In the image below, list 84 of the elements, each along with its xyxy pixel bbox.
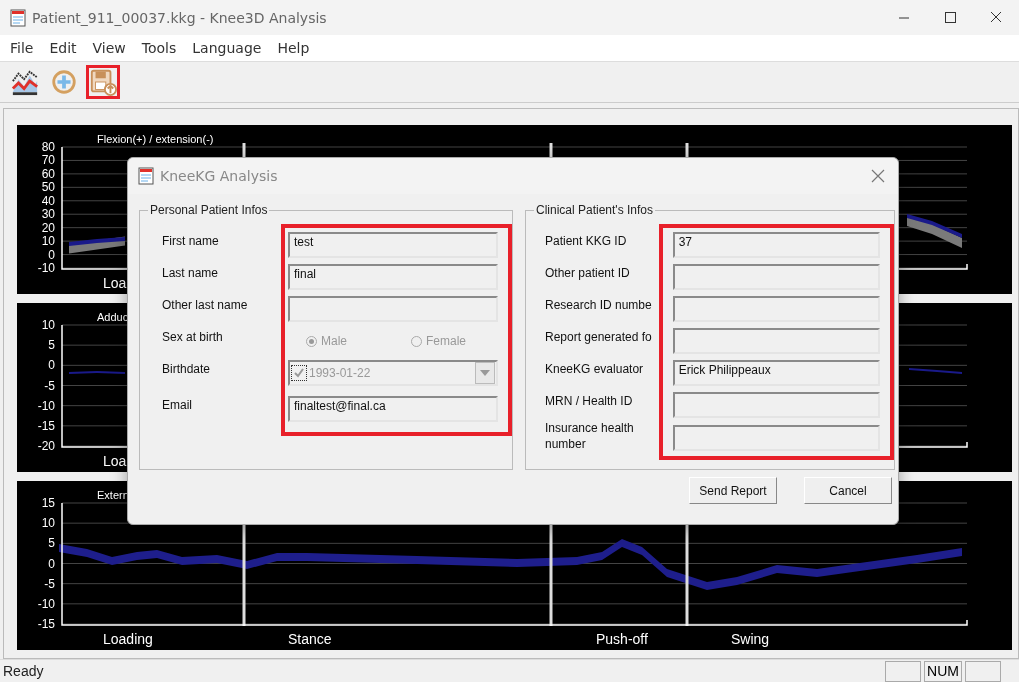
y-tick-label: 50 <box>41 180 55 195</box>
phase-label: Loa <box>103 453 127 469</box>
y-tick-label: -10 <box>37 398 55 413</box>
y-tick-label: -15 <box>37 617 55 631</box>
y-tick-label: 15 <box>41 496 55 510</box>
y-tick-label: -5 <box>44 576 55 591</box>
status-text: Ready <box>2 663 44 679</box>
text-field[interactable] <box>672 296 880 322</box>
dialog-button[interactable]: Send Report <box>689 477 777 504</box>
y-tick-label: 80 <box>41 140 55 154</box>
y-tick-label: 5 <box>48 536 55 551</box>
status-pane <box>885 660 922 682</box>
dialog-title: KneeKG Analysis <box>160 168 279 184</box>
text-field[interactable]: test <box>288 232 498 258</box>
gait-band-drawing <box>907 216 962 248</box>
text-field[interactable] <box>672 328 880 354</box>
field-label: Sex at birth <box>162 330 223 344</box>
date-value: 1993-01-22 <box>308 366 372 380</box>
status-pane <box>965 660 1001 682</box>
field-label: Birthdate <box>162 362 211 376</box>
menu-item[interactable]: Edit <box>41 40 85 56</box>
app-icon <box>10 8 26 27</box>
field-label: MRN / Health ID <box>545 394 633 408</box>
field-label: KneeKG evaluator <box>545 362 644 376</box>
phase-label: Loading <box>103 631 153 647</box>
chart-title: Adduc <box>97 311 129 323</box>
y-tick-label: 10 <box>41 234 55 249</box>
field-label: Email <box>162 398 192 412</box>
y-tick-label: 20 <box>41 220 55 235</box>
menu-item[interactable]: View <box>84 40 134 56</box>
field-label: Report generated fo <box>545 330 652 344</box>
field-label: Patient KKG ID <box>545 234 627 248</box>
caret-icon <box>480 370 490 376</box>
floppy-upload-icon <box>89 67 117 97</box>
phase-label: Loa <box>103 275 127 291</box>
y-tick-label: 5 <box>48 338 55 353</box>
refresh-plus-icon <box>50 67 78 97</box>
y-tick-label: 70 <box>41 153 55 168</box>
y-tick-label: 0 <box>48 247 55 262</box>
field-label: Other last name <box>162 298 248 312</box>
chart-icon <box>11 67 39 97</box>
close-icon[interactable] <box>870 168 886 184</box>
menu-item[interactable]: Language <box>184 40 270 56</box>
phase-label: Stance <box>288 631 332 647</box>
phase-label: Swing <box>731 631 770 647</box>
y-tick-label: 0 <box>48 358 55 373</box>
y-tick-label: 10 <box>41 516 55 531</box>
group-title: Clinical Patient's Infos <box>534 203 655 217</box>
y-tick-label: 10 <box>41 318 55 332</box>
y-tick-label: -10 <box>37 596 55 611</box>
gait-band-drawing <box>907 214 962 238</box>
gait-band-drawing <box>69 371 125 374</box>
y-tick-label: 60 <box>41 166 55 181</box>
text-field[interactable]: final <box>288 264 498 290</box>
menu-item[interactable]: File <box>2 40 42 56</box>
dialog-button[interactable]: Cancel <box>804 477 892 504</box>
text-field[interactable] <box>672 392 880 418</box>
text-field[interactable] <box>672 264 880 290</box>
window-title: Patient_911_00037.kkg - Knee3D Analysis <box>32 9 328 26</box>
group-title: Personal Patient Infos <box>148 203 270 217</box>
text-field[interactable] <box>672 425 880 451</box>
menu-item[interactable]: Tools <box>133 40 185 56</box>
y-tick-label: -10 <box>37 261 55 275</box>
y-tick-label: 40 <box>41 193 55 208</box>
text-field[interactable]: Erick Philippeaux <box>672 360 880 386</box>
y-tick-label: -20 <box>37 439 55 453</box>
y-tick-label: 30 <box>41 207 55 222</box>
app-icon <box>138 167 154 185</box>
phase-label: Push-off <box>596 631 648 647</box>
status-pane: NUM <box>924 660 962 682</box>
field-label: Insurance health number <box>545 420 635 452</box>
gait-band-drawing <box>909 368 962 374</box>
chart-title: Flexion(+) / extension(-) <box>97 133 214 145</box>
field-label: Last name <box>162 266 219 280</box>
text-field[interactable]: 37 <box>672 232 880 258</box>
menu-item[interactable]: Help <box>269 40 318 56</box>
field-label: Research ID numbe <box>545 298 652 312</box>
field-label: First name <box>162 234 219 248</box>
y-tick-label: -5 <box>44 378 55 393</box>
y-tick-label: -15 <box>37 418 55 433</box>
y-tick-label: 0 <box>48 556 55 571</box>
text-field[interactable]: finaltest@final.ca <box>288 396 498 422</box>
text-field[interactable] <box>288 296 498 322</box>
field-label: Other patient ID <box>545 266 630 280</box>
